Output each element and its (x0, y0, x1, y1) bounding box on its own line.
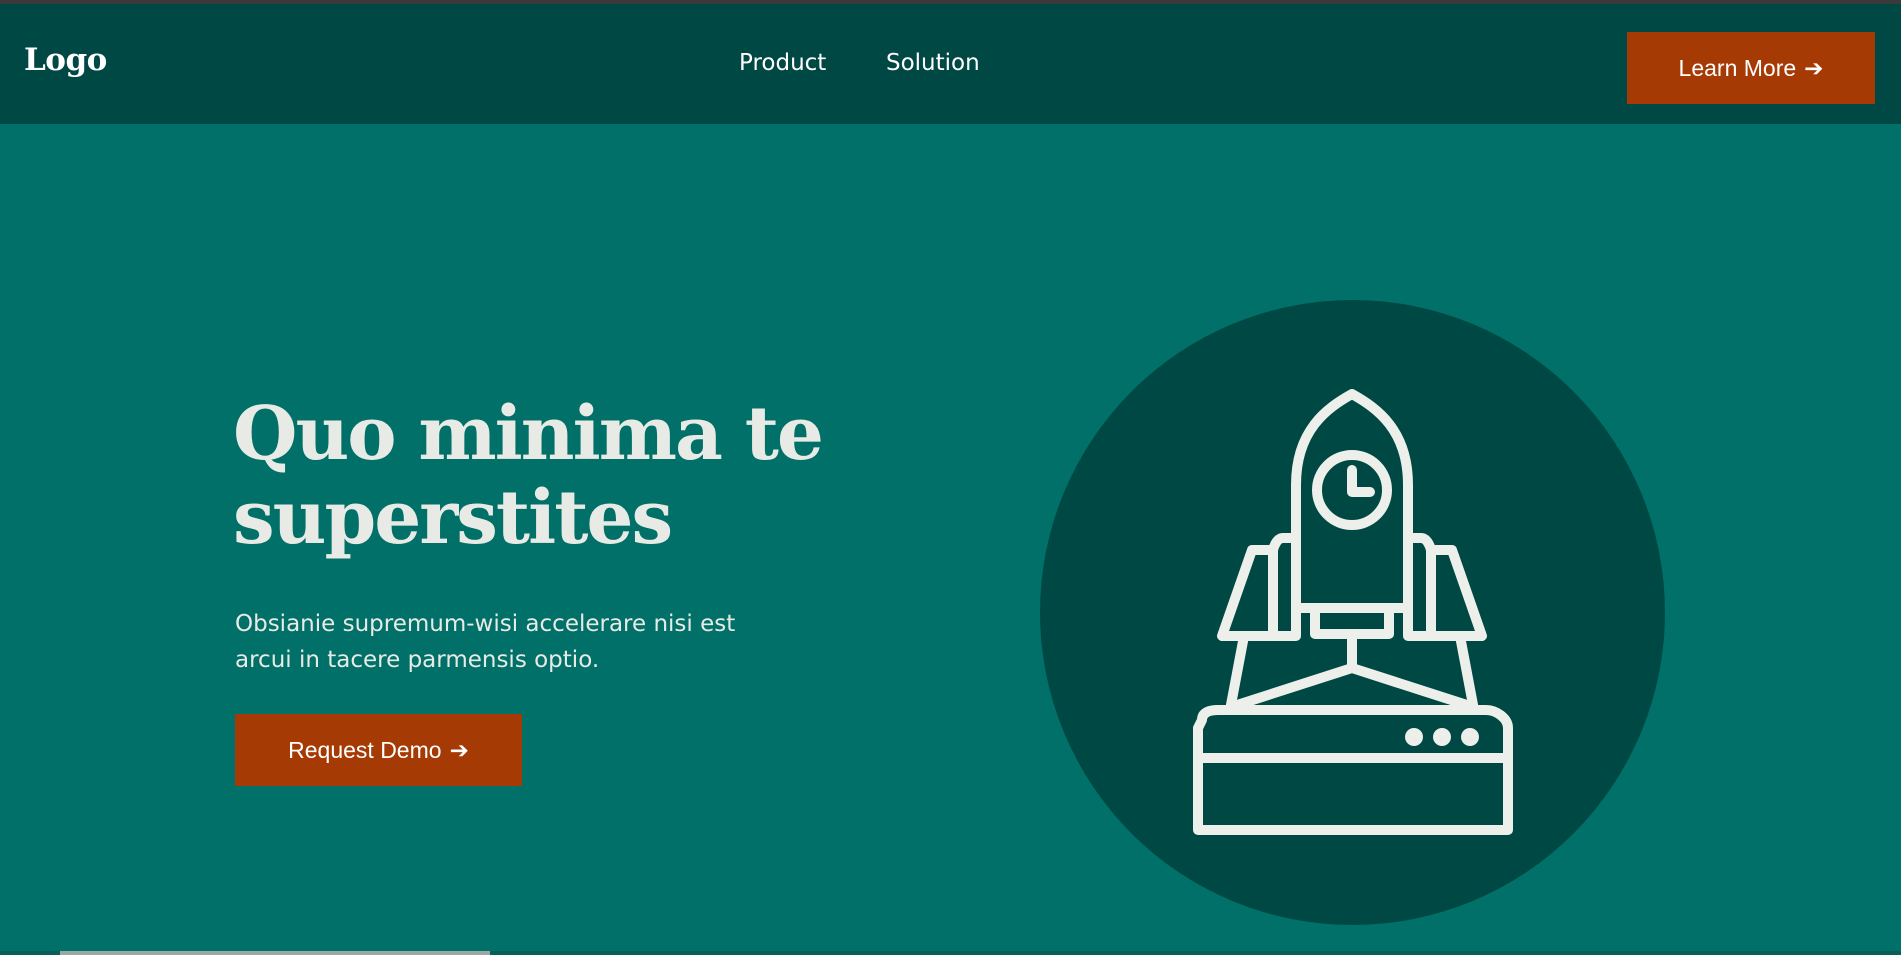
horizontal-scrollbar-thumb[interactable] (60, 951, 490, 955)
nav-link-product[interactable]: Product (739, 50, 826, 76)
hero-subtitle: Obsianie supremum-wisi accelerare nisi e… (235, 611, 736, 673)
hero-title: Quo minima te superstites (233, 391, 824, 561)
nav-link-solution[interactable]: Solution (886, 50, 980, 76)
rocket-launch-illustration (1040, 300, 1665, 925)
navbar: Logo Product Solution Learn More ➔ (0, 4, 1901, 124)
arrow-right-icon: ➔ (449, 736, 469, 763)
arrow-right-icon: ➔ (1804, 54, 1824, 81)
logo[interactable]: Logo (24, 42, 107, 78)
request-demo-button[interactable]: Request Demo ➔ (235, 714, 522, 786)
learn-more-label: Learn More (1678, 54, 1797, 81)
status-lights-icon (1405, 728, 1479, 746)
request-demo-label: Request Demo (288, 736, 442, 763)
learn-more-button[interactable]: Learn More ➔ (1627, 32, 1875, 104)
